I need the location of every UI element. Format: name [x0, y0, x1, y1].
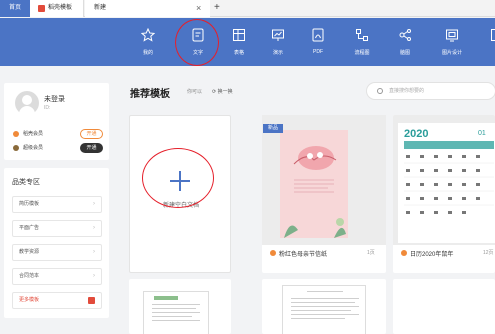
tab-wps-templates[interactable]: 稻壳模板	[30, 0, 84, 17]
refresh-label: 换一换	[217, 89, 233, 95]
member-label: 超级会员	[23, 145, 44, 151]
star-icon	[141, 28, 155, 42]
highlight-circle-annotation-2	[142, 148, 214, 208]
hint-text: 你可以	[187, 89, 203, 95]
tool-overflow[interactable]	[482, 18, 495, 66]
template-card-bottom[interactable]	[129, 279, 231, 334]
presentation-icon	[272, 29, 284, 41]
wps-logo-icon	[38, 5, 45, 12]
category-title: 品类专区	[12, 179, 40, 186]
member-label: 稻壳会员	[23, 131, 44, 137]
refresh-icon: ⟳	[212, 89, 217, 95]
search-placeholder: 直接搜你想要的	[389, 88, 425, 94]
more-templates-icon	[88, 297, 95, 304]
template-card-bottom[interactable]	[393, 279, 495, 334]
avatar[interactable]	[15, 91, 39, 115]
search-input[interactable]: 直接搜你想要的	[366, 82, 495, 100]
template-card[interactable]: 粉红色母亲节信纸 1页	[262, 115, 386, 273]
tool-my[interactable]: 我的	[131, 18, 165, 66]
activate-super-button[interactable]: 开通	[80, 143, 103, 153]
user-id: ID:	[44, 105, 51, 111]
template-type-icon	[401, 250, 407, 256]
tool-presentation[interactable]: 演示	[261, 18, 295, 66]
tool-label: 演示	[272, 50, 283, 56]
category-item-contract[interactable]: 合同范本 ›	[12, 268, 102, 285]
tool-label: 我的	[142, 50, 153, 56]
tool-label: 流程图	[354, 50, 370, 56]
more-icon	[491, 29, 495, 41]
template-card[interactable]: 2020 01 日历2020年鼠年 12页	[393, 115, 495, 273]
chevron-right-icon: ›	[93, 249, 95, 255]
svg-text:2020: 2020	[404, 128, 428, 140]
chevron-right-icon: ›	[93, 201, 95, 207]
tab-new[interactable]: 新建	[85, 0, 210, 17]
login-status[interactable]: 未登录	[44, 94, 65, 104]
svg-text:01: 01	[478, 130, 486, 137]
activate-daoke-button[interactable]: 开通	[80, 129, 103, 139]
new-badge: 新品	[263, 124, 283, 133]
tab-label: 稻壳模板	[48, 5, 73, 11]
document-thumbnail	[282, 285, 366, 334]
tool-label: 脑图	[399, 50, 410, 56]
flowchart-icon	[356, 29, 368, 41]
category-item-resume[interactable]: 简历模板 ›	[12, 196, 102, 213]
tab-bar: 首页 稻壳模板 新建 × +	[0, 0, 495, 17]
table-icon	[233, 29, 245, 41]
section-heading: 推荐模板	[130, 89, 170, 100]
tool-spreadsheet[interactable]: 表格	[222, 18, 256, 66]
category-item-ads[interactable]: 平面广告 ›	[12, 220, 102, 237]
category-label: 合同范本	[19, 273, 40, 279]
category-label: 简历模板	[19, 201, 40, 207]
tool-label: PDF	[313, 49, 323, 55]
chevron-right-icon: ›	[93, 273, 95, 279]
tool-flowchart[interactable]: 流程图	[345, 18, 379, 66]
tool-label: 图片设计	[441, 50, 462, 56]
add-tab-button[interactable]: +	[214, 0, 220, 16]
super-member-icon	[13, 145, 19, 151]
highlight-circle-annotation	[175, 19, 219, 66]
chevron-right-icon: ›	[93, 225, 95, 231]
mothers-day-letter-thumbnail	[280, 130, 348, 238]
category-item-more[interactable]: 更多模板	[12, 292, 102, 309]
template-pages: 12页	[483, 250, 494, 256]
tool-pdf[interactable]: PDF	[301, 18, 335, 66]
daoke-member-icon	[13, 131, 19, 137]
template-pages: 1页	[367, 250, 375, 256]
category-label: 教学资源	[19, 249, 40, 255]
refresh-button[interactable]: ⟳ 换一换	[212, 88, 233, 95]
image-design-icon	[446, 29, 458, 42]
category-label: 平面广告	[19, 225, 40, 231]
member-row-daoke: 稻壳会员 开通	[13, 129, 103, 139]
calendar-thumbnail: 2020 01	[398, 123, 495, 243]
template-card-bottom[interactable]	[262, 279, 386, 334]
search-icon	[377, 88, 383, 94]
category-item-teaching[interactable]: 教学资源 ›	[12, 244, 102, 261]
tool-label: 表格	[233, 50, 244, 56]
pdf-icon	[312, 28, 324, 42]
tab-label: 新建	[94, 5, 107, 11]
tool-image-design[interactable]: 图片设计	[435, 18, 469, 66]
tab-home[interactable]: 首页	[0, 0, 30, 17]
template-type-icon	[270, 250, 276, 256]
document-thumbnail	[143, 291, 209, 334]
category-label: 更多模板	[19, 297, 40, 303]
app-type-toolbar: 我的 文字 表格 演示 PDF 流程图 脑图 图片设计	[0, 18, 495, 66]
member-row-super: 超级会员 开通	[13, 143, 103, 153]
user-card: 未登录 ID: 稻壳会员 开通 超级会员 开通	[4, 83, 109, 160]
mindmap-icon	[399, 29, 411, 41]
tool-mindmap[interactable]: 脑图	[388, 18, 422, 66]
category-panel: 品类专区 简历模板 › 平面广告 › 教学资源 › 合同范本 › 更多模板	[4, 168, 109, 318]
close-tab-icon[interactable]: ×	[196, 0, 201, 17]
